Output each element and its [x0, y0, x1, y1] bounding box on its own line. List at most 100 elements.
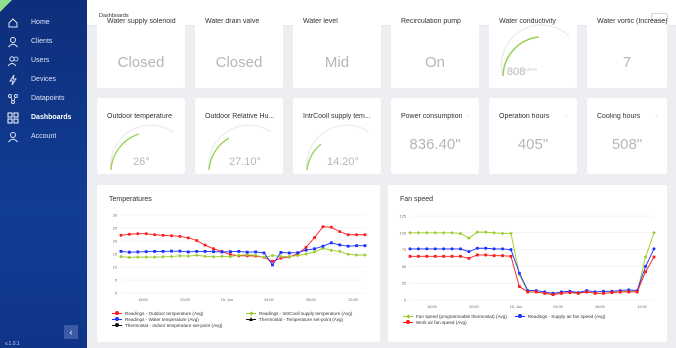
data-point[interactable] [585, 290, 589, 294]
legend-item[interactable]: Fan speed (programmable thermostat) (Avg… [403, 314, 507, 319]
data-point[interactable] [161, 250, 165, 253]
data-point[interactable] [408, 254, 412, 258]
data-point[interactable] [543, 291, 547, 295]
legend-item[interactable]: Readings - Supply air fan speed (Avg) [514, 313, 605, 319]
data-point[interactable] [346, 244, 350, 248]
data-point[interactable] [346, 252, 351, 257]
card-menu-icon[interactable]: › [173, 114, 175, 120]
data-point[interactable] [450, 247, 454, 251]
data-point[interactable] [170, 249, 173, 253]
data-point[interactable] [627, 290, 631, 294]
data-point[interactable] [338, 243, 342, 247]
data-point[interactable] [313, 247, 316, 251]
data-point[interactable] [212, 250, 215, 254]
sidebar-item-users[interactable]: Users [6, 52, 82, 69]
data-point[interactable] [433, 254, 437, 258]
data-point[interactable] [425, 247, 429, 251]
data-point[interactable] [287, 254, 292, 259]
data-point[interactable] [228, 250, 232, 254]
data-point[interactable] [144, 255, 149, 259]
data-point[interactable] [408, 230, 412, 235]
data-point[interactable] [644, 264, 648, 268]
legend-item[interactable]: Thermostat - Temperature set-point (Avg) [246, 316, 343, 322]
data-point[interactable] [576, 291, 580, 295]
data-point[interactable] [568, 291, 572, 295]
data-point[interactable] [509, 254, 513, 258]
data-point[interactable] [363, 233, 367, 237]
data-point[interactable] [501, 254, 504, 258]
data-point[interactable] [475, 246, 479, 250]
data-point[interactable] [355, 244, 358, 248]
data-point[interactable] [433, 230, 438, 235]
data-point[interactable] [467, 250, 471, 254]
data-point[interactable] [492, 254, 496, 258]
data-point[interactable] [254, 250, 258, 254]
data-point[interactable] [119, 254, 123, 259]
data-point[interactable] [483, 230, 488, 234]
data-point[interactable] [517, 271, 521, 275]
data-point[interactable] [408, 247, 412, 251]
data-point[interactable] [475, 253, 479, 257]
data-point[interactable] [169, 234, 173, 238]
data-point[interactable] [262, 251, 266, 255]
data-point[interactable] [321, 244, 325, 248]
legend-item[interactable]: Work air fan speed (Avg) [403, 319, 467, 325]
data-point[interactable] [560, 291, 563, 295]
data-point[interactable] [237, 250, 241, 253]
data-point[interactable] [416, 247, 420, 251]
data-point[interactable] [500, 231, 505, 236]
data-point[interactable] [459, 254, 462, 258]
data-point[interactable] [313, 236, 317, 240]
sidebar-item-clients[interactable]: Clients [6, 33, 82, 50]
data-point[interactable] [417, 254, 420, 258]
data-point[interactable] [450, 254, 454, 258]
data-point[interactable] [119, 250, 123, 253]
data-point[interactable] [195, 238, 199, 242]
data-point[interactable] [501, 247, 505, 251]
legend-item[interactable]: Readings - Outdoor temperature (Avg) [112, 310, 238, 316]
data-point[interactable] [287, 251, 291, 255]
data-point[interactable] [635, 290, 639, 294]
data-point[interactable] [152, 255, 157, 259]
data-point[interactable] [509, 248, 513, 252]
legend-item[interactable]: Readings - IntrCooll supply temperature … [246, 311, 352, 316]
data-point[interactable] [593, 291, 597, 295]
data-point[interactable] [220, 254, 224, 259]
sidebar-item-devices[interactable]: Devices [6, 71, 82, 88]
data-point[interactable] [321, 225, 325, 229]
data-point[interactable] [652, 255, 656, 259]
data-point[interactable] [136, 232, 140, 236]
data-point[interactable] [127, 255, 132, 260]
data-point[interactable] [433, 247, 437, 251]
data-point[interactable] [424, 230, 429, 235]
data-point[interactable] [467, 256, 471, 260]
data-point[interactable] [441, 230, 446, 235]
data-point[interactable] [195, 250, 199, 253]
data-point[interactable] [329, 241, 333, 245]
data-point[interactable] [618, 290, 622, 294]
data-point[interactable] [136, 250, 140, 254]
card-menu-icon[interactable]: › [467, 114, 469, 120]
sidebar-item-home[interactable]: Home [6, 14, 82, 31]
data-point[interactable] [312, 250, 317, 254]
data-point[interactable] [526, 290, 530, 294]
data-point[interactable] [304, 245, 308, 249]
data-point[interactable] [245, 250, 249, 254]
data-point[interactable] [178, 253, 182, 258]
data-point[interactable] [220, 250, 224, 254]
data-point[interactable] [203, 254, 207, 259]
data-point[interactable] [279, 251, 283, 254]
data-point[interactable] [153, 233, 157, 237]
data-point[interactable] [652, 230, 656, 235]
data-point[interactable] [329, 225, 333, 229]
data-point[interactable] [602, 291, 605, 295]
data-point[interactable] [270, 253, 275, 258]
data-point[interactable] [644, 270, 647, 274]
data-point[interactable] [153, 250, 157, 253]
data-point[interactable] [186, 254, 191, 258]
data-point[interactable] [363, 244, 367, 248]
data-point[interactable] [178, 249, 182, 253]
legend-item[interactable]: Thermostat - Indoor temperature set-poin… [112, 322, 222, 328]
data-point[interactable] [346, 233, 350, 237]
data-point[interactable] [135, 255, 140, 259]
